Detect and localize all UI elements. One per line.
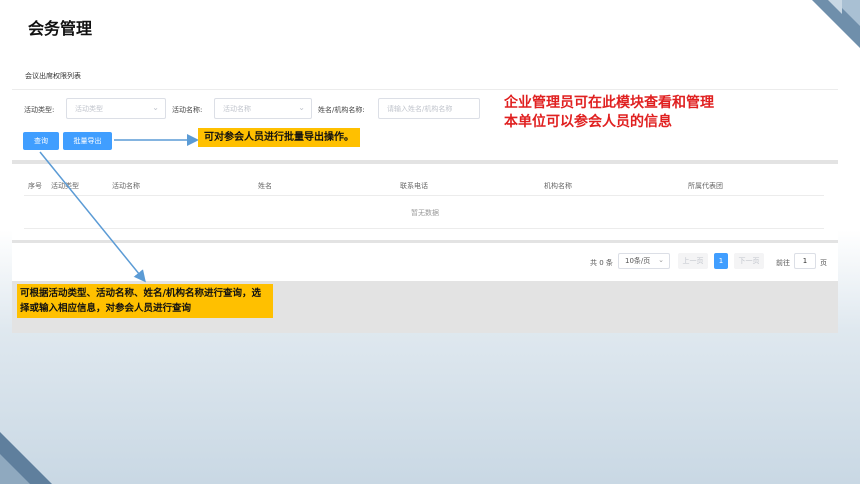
slide-title: 会务管理 (28, 19, 93, 38)
main-annotation: 企业管理员可在此模块查看和管理本单位可以参会人员的信息 (504, 95, 714, 130)
table-header-divider (24, 195, 824, 196)
query-callout: 可根据活动类型、活动名称、姓名/机构名称进行查询，选择或输入相应信息，对参会人员… (17, 284, 273, 318)
page-number-current[interactable]: 1 (714, 253, 728, 269)
chevron-down-icon: ⌄ (152, 103, 159, 112)
org-name-placeholder: 请输入姓名/机构名称 (387, 105, 453, 113)
corner-decoration-top-right-small (828, 0, 842, 14)
column-header-activity-name: 活动名称 (112, 182, 140, 190)
card-divider (12, 89, 838, 90)
page-size-value: 10条/页 (625, 257, 651, 265)
chevron-down-icon: ⌄ (298, 103, 305, 112)
activity-name-label: 活动名称: (172, 106, 203, 114)
activity-type-label: 活动类型: (24, 106, 55, 114)
column-header-activity-type: 活动类型 (51, 182, 79, 190)
page-size-select[interactable]: 10条/页 ⌄ (618, 253, 670, 269)
column-header-delegation: 所属代表团 (688, 182, 723, 190)
query-button[interactable]: 查询 (23, 132, 59, 150)
card-title: 会议出席权限列表 (25, 72, 81, 80)
goto-label: 前往 (776, 259, 790, 267)
prev-page-button[interactable]: 上一页 (678, 253, 708, 269)
chevron-down-icon: ⌄ (658, 256, 664, 264)
pagination-bar: 共 0 条 10条/页 ⌄ 上一页 1 下一页 前往 1 页 (12, 243, 838, 281)
data-table: 序号 活动类型 活动名称 姓名 联系电话 机构名称 所属代表团 暂无数据 (12, 164, 838, 240)
table-bottom-divider (24, 228, 824, 229)
org-name-input[interactable]: 请输入姓名/机构名称 (378, 98, 480, 119)
batch-export-button[interactable]: 批量导出 (63, 132, 112, 150)
column-header-phone: 联系电话 (400, 182, 428, 190)
column-header-org-name: 机构名称 (544, 182, 572, 190)
pagination-total: 共 0 条 (590, 259, 613, 267)
activity-type-select[interactable]: 活动类型 ⌄ (66, 98, 166, 119)
next-page-button[interactable]: 下一页 (734, 253, 764, 269)
page-unit-label: 页 (820, 259, 827, 267)
goto-page-input[interactable]: 1 (794, 253, 816, 269)
filter-card: 会议出席权限列表 活动类型: 活动类型 ⌄ 活动名称: 活动名称 ⌄ 姓名/机构… (12, 60, 838, 160)
org-name-label: 姓名/机构名称: (318, 106, 365, 114)
corner-decoration-bottom-left-inner (0, 454, 30, 484)
activity-type-placeholder: 活动类型 (75, 105, 103, 113)
activity-name-select[interactable]: 活动名称 ⌄ (214, 98, 312, 119)
column-header-index: 序号 (28, 182, 42, 190)
export-callout: 可对参会人员进行批量导出操作。 (198, 128, 360, 147)
activity-name-placeholder: 活动名称 (223, 105, 251, 113)
empty-data-text: 暂无数据 (411, 209, 439, 217)
column-header-name: 姓名 (258, 182, 272, 190)
